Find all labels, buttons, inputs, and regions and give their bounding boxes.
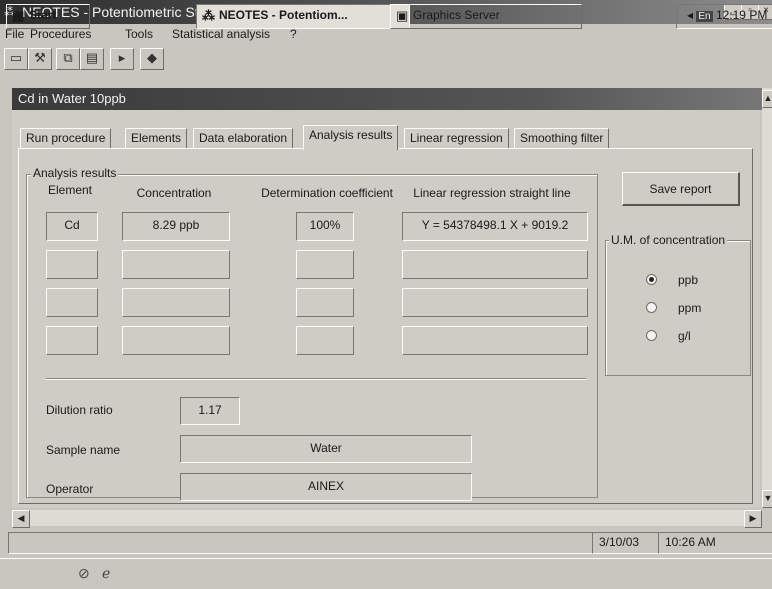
status-panel: [8, 532, 604, 554]
language-indicator[interactable]: En: [696, 11, 713, 22]
regression-cell-2: [402, 250, 588, 279]
taskbar: [0, 558, 772, 589]
sample-name-field[interactable]: Water: [180, 435, 472, 463]
radio-ppm-label[interactable]: ppm: [678, 301, 701, 315]
task-neotes-label: NEOTES - Potentiom...: [219, 8, 348, 22]
speaker-icon[interactable]: ◂: [687, 8, 693, 22]
child-window-title: Cd in Water 10ppb: [18, 91, 126, 106]
analysis-results-group-label: Analysis results: [31, 166, 119, 180]
tab-analysis-results[interactable]: Analysis results: [303, 125, 399, 150]
scroll-down-icon[interactable]: ▼: [762, 490, 772, 508]
scroll-up-icon[interactable]: ▲: [762, 90, 772, 108]
menu-tools[interactable]: Tools: [125, 27, 153, 41]
tab-linear-regression[interactable]: Linear regression: [404, 128, 509, 149]
wrench-icon[interactable]: ⚒: [28, 48, 52, 70]
menu-statistical[interactable]: Statistical analysis: [172, 27, 270, 41]
system-tray: ◂ En 12:19 PM: [676, 4, 772, 29]
task-graphics-server-label: Graphics Server: [413, 8, 500, 22]
start-label: Start: [29, 8, 57, 22]
element-cell-3: [46, 288, 98, 317]
tab-data-elaboration[interactable]: Data elaboration: [193, 128, 294, 149]
radio-ppm[interactable]: [646, 302, 657, 313]
copy-icon[interactable]: ⧉: [56, 48, 80, 70]
radio-ppb[interactable]: [646, 274, 657, 285]
menu-procedures[interactable]: Procedures: [30, 27, 91, 41]
element-cell-2: [46, 250, 98, 279]
browser-icon[interactable]: ℯ: [102, 565, 110, 582]
toolbar: ▭ ⚒ ⧉ ▤ ▸ ◆: [0, 44, 772, 72]
element-cell-4: [46, 326, 98, 355]
coefficient-cell-1: 100%: [296, 212, 354, 241]
divider: [46, 378, 586, 380]
regression-cell-3: [402, 288, 588, 317]
radio-gl-label[interactable]: g/l: [678, 329, 691, 343]
run-icon[interactable]: ▸: [110, 48, 134, 70]
graphics-server-icon: ▣: [396, 8, 409, 23]
tab-smoothing-filter[interactable]: Smoothing filter: [514, 128, 610, 149]
task-neotes[interactable]: ⁂ NEOTES - Potentiom...: [196, 4, 410, 29]
concentration-cell-1: 8.29 ppb: [122, 212, 230, 241]
child-window-title-bar[interactable]: Cd in Water 10ppb: [12, 88, 762, 110]
paste-icon[interactable]: ▤: [80, 48, 104, 70]
save-report-button[interactable]: Save report: [622, 172, 740, 206]
coefficient-cell-3: [296, 288, 354, 317]
scroll-left-icon[interactable]: ◀: [12, 510, 30, 528]
concentration-cell-3: [122, 288, 230, 317]
menu-file[interactable]: File: [5, 27, 24, 41]
concentration-cell-4: [122, 326, 230, 355]
scroll-right-icon[interactable]: ▶: [744, 510, 762, 528]
header-concentration: Concentration: [136, 186, 212, 200]
windows-logo-icon: ▦: [12, 8, 25, 23]
element-cell-1: Cd: [46, 212, 98, 241]
operator-field[interactable]: AINEX: [180, 473, 472, 501]
start-button[interactable]: ▦ Start: [6, 4, 90, 29]
neotes-task-icon: ⁂: [202, 8, 215, 23]
concentration-cell-2: [122, 250, 230, 279]
dilution-ratio-field[interactable]: 1.17: [180, 397, 240, 425]
operator-label: Operator: [46, 482, 94, 496]
open-folder-icon[interactable]: ▭: [4, 48, 28, 70]
regression-cell-4: [402, 326, 588, 355]
radio-gl[interactable]: [646, 330, 657, 341]
coefficient-cell-4: [296, 326, 354, 355]
header-coefficient: Determination coefficient: [261, 186, 393, 200]
coefficient-cell-2: [296, 250, 354, 279]
clock[interactable]: 12:19 PM: [716, 8, 767, 22]
tab-elements[interactable]: Elements: [125, 128, 188, 149]
status-time: 10:26 AM: [658, 532, 772, 554]
sample-name-label: Sample name: [46, 443, 121, 457]
tab-run-procedure[interactable]: Run procedure: [20, 128, 112, 149]
radio-ppb-label[interactable]: ppb: [678, 273, 698, 287]
units-group-label: U.M. of concentration: [609, 233, 728, 247]
regression-cell-1: Y = 54378498.1 X + 9019.2: [402, 212, 588, 241]
header-regression: Linear regression straight line: [413, 186, 571, 200]
dilution-ratio-label: Dilution ratio: [46, 403, 113, 417]
header-element: Element: [47, 183, 93, 197]
vertical-scrollbar[interactable]: [762, 88, 772, 508]
quick-launch-icon[interactable]: ⊘: [78, 565, 90, 582]
book-icon[interactable]: ◆: [140, 48, 164, 70]
horizontal-scrollbar[interactable]: [12, 510, 762, 526]
task-graphics-server[interactable]: ▣ Graphics Server: [390, 4, 582, 29]
menu-help[interactable]: ?: [290, 27, 297, 41]
